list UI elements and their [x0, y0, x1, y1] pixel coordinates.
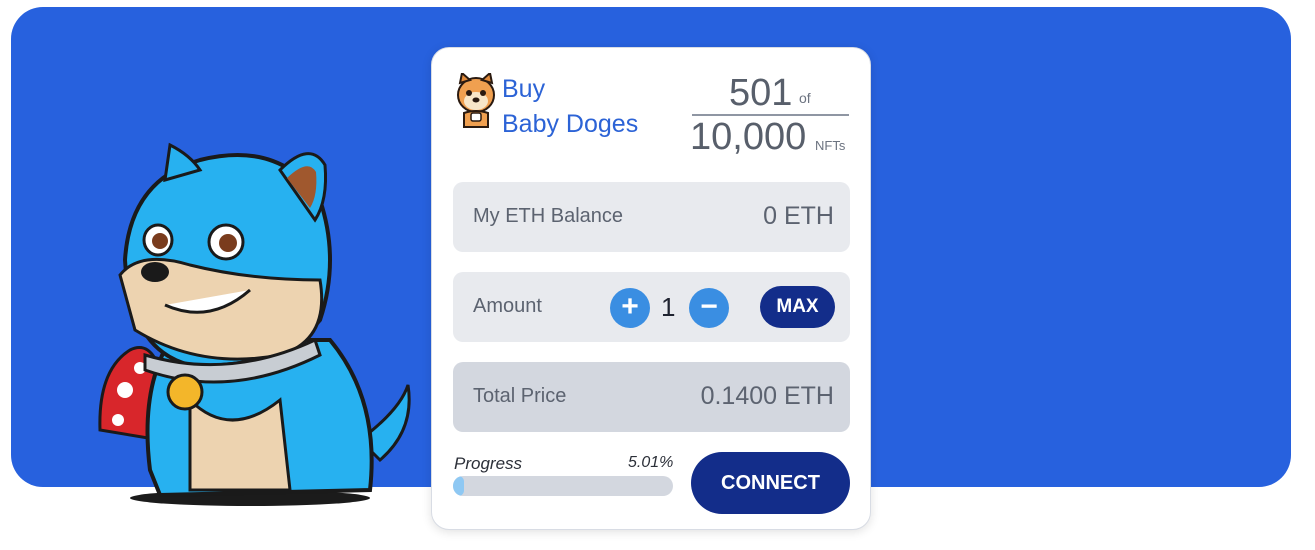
minted-count: 501 [729, 72, 793, 114]
minted-count-block: 501 of [692, 72, 849, 116]
total-supply: 10,000 [690, 116, 807, 158]
mint-card: Buy Baby Doges 501 of 10,000 NFTs My ETH… [431, 47, 871, 530]
of-label: of [799, 90, 811, 106]
eth-balance-row: My ETH Balance 0 ETH [453, 182, 850, 252]
connect-wallet-button[interactable]: CONNECT [691, 452, 850, 514]
quantity-value: 1 [661, 292, 676, 322]
progress-percent: 5.01% [628, 454, 674, 471]
progress-fill [453, 476, 465, 496]
total-price-label: Total Price [473, 385, 567, 407]
max-button[interactable]: MAX [760, 286, 835, 328]
progress-bar [453, 476, 673, 496]
title-line-2: Baby Doges [502, 110, 639, 138]
amount-row: Amount + 1 − MAX [453, 272, 850, 342]
plus-icon: + [621, 290, 639, 323]
eth-balance-value: 0 ETH [763, 202, 834, 230]
total-price-value: 0.1400 ETH [700, 382, 834, 410]
page-title: Buy Baby Doges [502, 72, 682, 142]
amount-label: Amount [473, 295, 542, 317]
nfts-unit-label: NFTs [815, 138, 846, 153]
eth-balance-label: My ETH Balance [473, 205, 624, 227]
minus-icon: − [700, 290, 718, 323]
baby-doge-mascot-illustration [98, 142, 411, 506]
dog-face-icon [457, 73, 495, 128]
supply-block: 10,000 NFTs [690, 116, 852, 160]
title-line-1: Buy [502, 75, 546, 103]
total-price-row: Total Price 0.1400 ETH [453, 362, 850, 432]
progress-label: Progress [454, 454, 523, 473]
decrement-button[interactable]: − [689, 288, 729, 328]
increment-button[interactable]: + [610, 288, 650, 328]
